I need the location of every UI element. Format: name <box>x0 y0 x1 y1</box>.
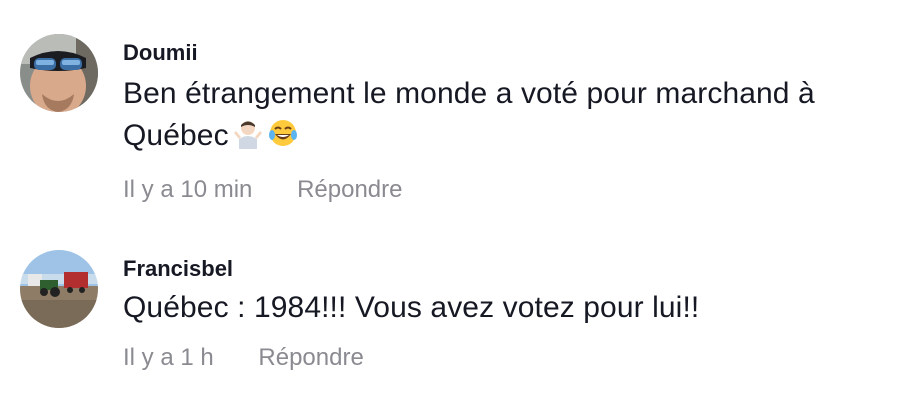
reply-button[interactable]: Répondre <box>297 175 402 205</box>
comment-text: Ben étrangement le monde a voté pour mar… <box>123 73 903 161</box>
person-shrugging-emoji-icon <box>233 119 263 161</box>
comment-meta: Il y a 1 h Répondre <box>123 343 903 373</box>
face-with-tears-of-joy-emoji-icon <box>267 117 299 161</box>
avatar[interactable] <box>20 34 98 112</box>
reply-button[interactable]: Répondre <box>258 343 363 373</box>
comment-username[interactable]: Francisbel <box>123 255 903 283</box>
comment-meta: Il y a 10 min Répondre <box>123 175 903 205</box>
avatar[interactable] <box>20 250 98 328</box>
comment-timestamp: Il y a 1 h <box>123 344 214 371</box>
comment-body: Francisbel Québec : 1984!!! Vous avez vo… <box>123 250 903 373</box>
comment-text: Québec : 1984!!! Vous avez votez pour lu… <box>123 291 700 324</box>
comment-timestamp: Il y a 10 min <box>123 176 253 203</box>
avatar-photo <box>20 250 98 328</box>
comment-body: Doumii Ben étrangement le monde a voté p… <box>123 34 903 205</box>
comment-text-content: Ben étrangement le monde a voté pour mar… <box>123 77 815 152</box>
avatar-photo <box>20 34 98 112</box>
comment-username[interactable]: Doumii <box>123 39 903 67</box>
